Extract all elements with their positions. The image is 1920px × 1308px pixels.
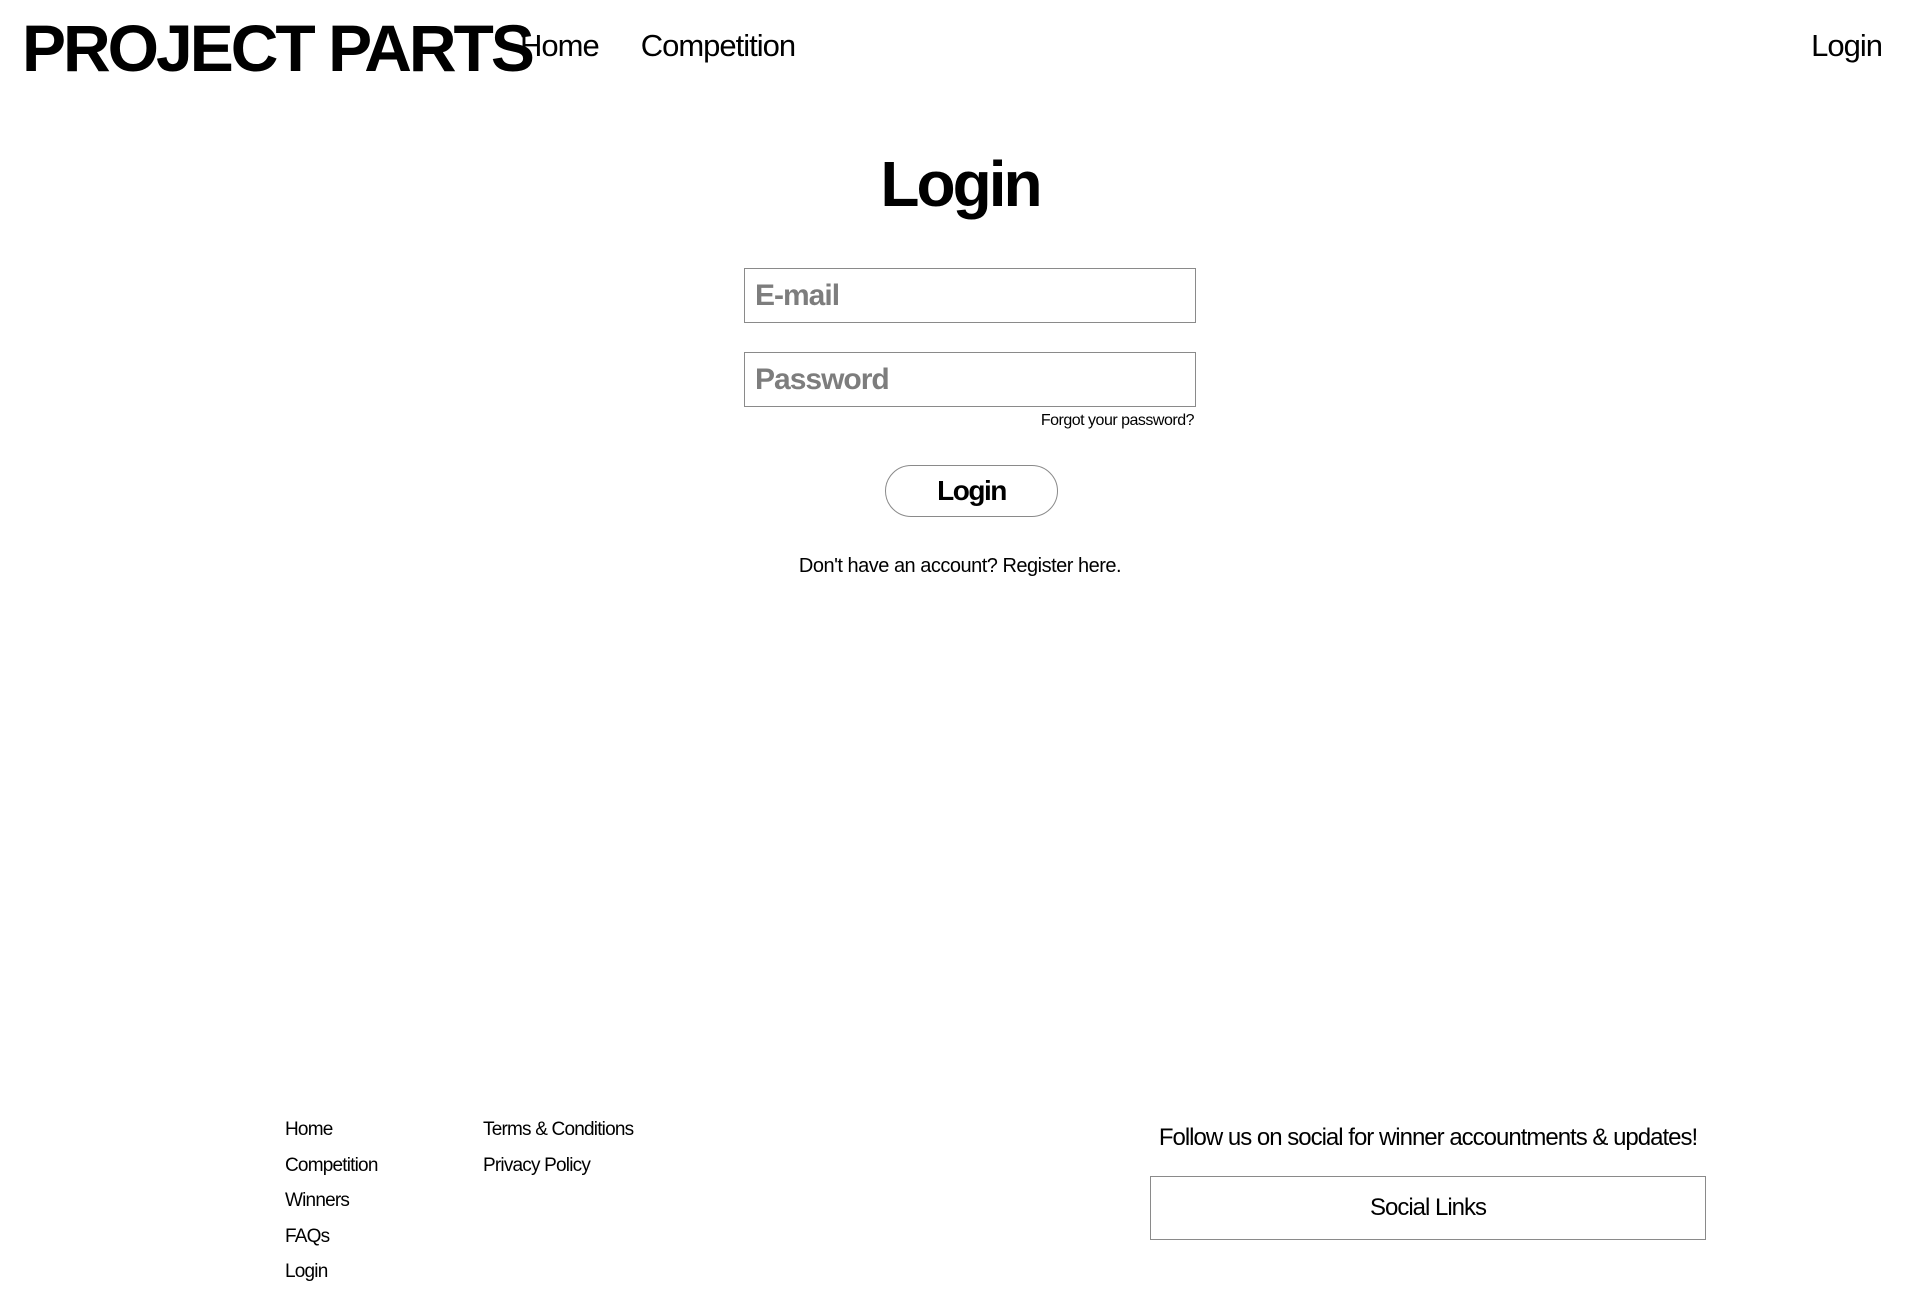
footer-link-competition[interactable]: Competition <box>285 1148 378 1184</box>
register-link[interactable]: Register here. <box>1002 555 1121 577</box>
footer-link-home[interactable]: Home <box>285 1112 378 1148</box>
forgot-password-link[interactable]: Forgot your password? <box>1041 412 1195 430</box>
login-button[interactable]: Login <box>885 465 1058 517</box>
register-prompt-text: Don't have an account? <box>798 555 998 577</box>
email-field[interactable] <box>744 268 1196 323</box>
footer-nav-column: Home Competition Winners FAQs Login <box>285 1112 378 1290</box>
footer-legal-column: Terms & Conditions Privacy Policy <box>483 1112 634 1184</box>
social-heading: Follow us on social for winner accountme… <box>1158 1124 1698 1151</box>
footer-link-terms[interactable]: Terms & Conditions <box>483 1112 634 1148</box>
site-logo[interactable]: PROJECT PARTS <box>22 8 535 88</box>
footer-link-faqs[interactable]: FAQs <box>285 1219 378 1255</box>
main-nav: Home Competition <box>520 26 796 66</box>
password-field[interactable] <box>744 352 1196 407</box>
footer-link-privacy[interactable]: Privacy Policy <box>483 1148 633 1184</box>
nav-item-home[interactable]: Home <box>520 26 600 66</box>
header-login-link[interactable]: Login <box>1811 26 1883 66</box>
footer-link-winners[interactable]: Winners <box>285 1183 378 1219</box>
nav-item-competition[interactable]: Competition <box>641 26 796 66</box>
footer-link-login[interactable]: Login <box>285 1254 378 1290</box>
page-title: Login <box>880 148 1042 220</box>
social-links-box[interactable]: Social Links <box>1150 1176 1706 1240</box>
register-prompt: Don't have an account? Register here. <box>0 552 1920 580</box>
login-page: PROJECT PARTS Home Competition Login Log… <box>0 0 1920 1308</box>
